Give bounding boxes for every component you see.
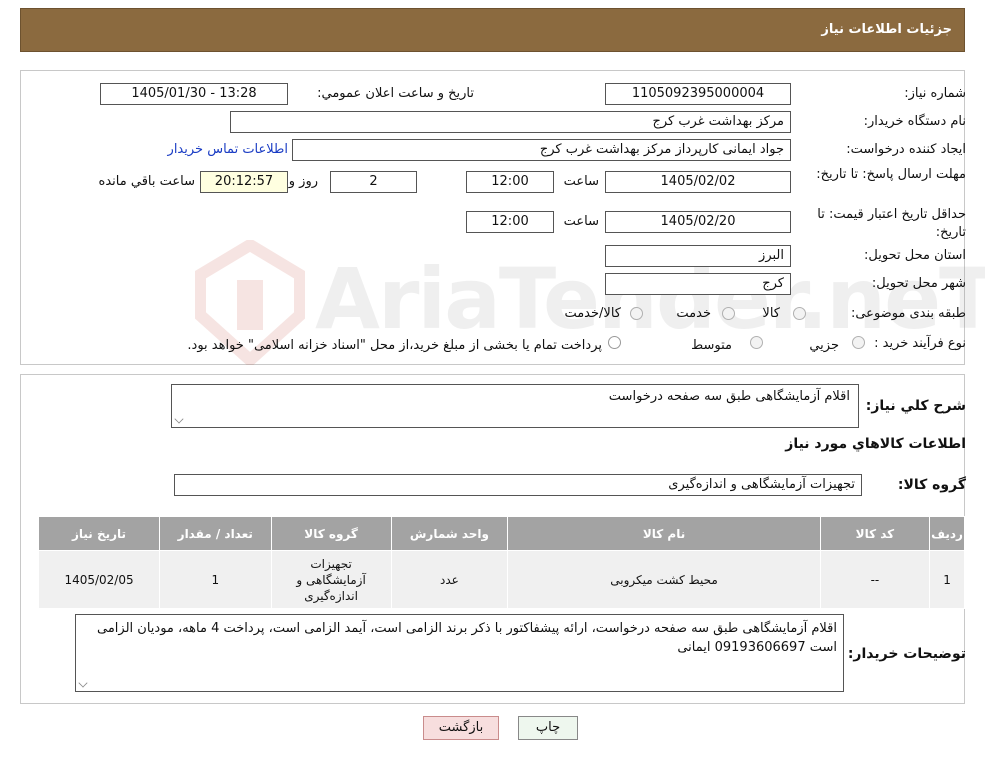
city-field[interactable]: کرج bbox=[605, 273, 791, 295]
goods-table: رديف کد کالا نام کالا واحد شمارش گروه کا… bbox=[37, 516, 965, 609]
page-header: جزئیات اطلاعات نیاز bbox=[20, 8, 965, 52]
remaining-time-field: 20:12:57 bbox=[200, 171, 288, 193]
col-code: کد کالا bbox=[819, 516, 931, 551]
announce-label: تاریخ و ساعت اعلان عمومي: bbox=[317, 86, 474, 101]
category-option-goods-service: کالا/خدمت bbox=[564, 306, 621, 321]
deadline-label: مهلت ارسال پاسخ: تا تاریخ: bbox=[816, 167, 966, 182]
purchase-radio-medium[interactable] bbox=[750, 336, 763, 349]
cell-qty: 1 bbox=[159, 550, 272, 609]
col-unit: واحد شمارش bbox=[390, 516, 509, 551]
buyer-org-field[interactable]: مرکز بهداشت غرب کرج bbox=[230, 111, 791, 133]
validity-date-field[interactable]: 1405/02/20 bbox=[605, 211, 791, 233]
cell-date: 1405/02/05 bbox=[37, 550, 161, 609]
resize-handle-icon[interactable] bbox=[174, 414, 184, 424]
need-number-field[interactable]: 1105092395000004 bbox=[605, 83, 791, 105]
category-label: طبقه بندی موضوعی: bbox=[850, 306, 966, 321]
remaining-label: ساعت باقي مانده bbox=[98, 174, 195, 189]
back-button[interactable]: بازگشت bbox=[423, 716, 499, 740]
col-name: نام کالا bbox=[507, 516, 821, 551]
category-option-goods: کالا bbox=[762, 306, 780, 321]
category-radio-service[interactable] bbox=[722, 307, 735, 320]
goods-info-title: اطلاعات کالاهاي مورد نياز bbox=[785, 436, 966, 452]
purchase-type-label: نوع فرآیند خرید : bbox=[874, 336, 966, 351]
deadline-time-label: ساعت bbox=[563, 174, 599, 189]
creator-label: ایجاد کننده درخواست: bbox=[846, 142, 966, 157]
validity-time-label: ساعت bbox=[563, 214, 599, 229]
treasury-checkbox[interactable] bbox=[608, 336, 621, 349]
resize-handle-icon[interactable] bbox=[78, 678, 88, 688]
days-field[interactable]: 2 bbox=[330, 171, 417, 193]
purchase-option-minor: جزيي bbox=[809, 338, 839, 353]
buyer-notes-text: اقلام آزمایشگاهی طبق سه صفحه درخواست، ار… bbox=[97, 621, 837, 655]
table-header-row: رديف کد کالا نام کالا واحد شمارش گروه کا… bbox=[37, 516, 965, 551]
category-radio-goods-service[interactable] bbox=[630, 307, 643, 320]
print-button[interactable]: چاپ bbox=[518, 716, 578, 740]
city-label: شهر محل تحویل: bbox=[871, 276, 966, 291]
col-qty: تعداد / مقدار bbox=[159, 516, 272, 551]
summary-label: شرح کلي نياز: bbox=[865, 398, 966, 414]
announce-field[interactable]: 1405/01/30 - 13:28 bbox=[100, 83, 288, 105]
buyer-notes-label: توضیحات خریدار: bbox=[847, 646, 966, 662]
category-option-service: خدمت bbox=[676, 306, 711, 321]
cell-code: -- bbox=[819, 550, 931, 609]
summary-textarea[interactable]: اقلام آزمایشگاهی طبق سه صفحه درخواست bbox=[171, 384, 859, 428]
buyer-org-label: نام دستگاه خریدار: bbox=[863, 114, 966, 129]
deadline-time-field[interactable]: 12:00 bbox=[466, 171, 554, 193]
category-radio-goods[interactable] bbox=[793, 307, 806, 320]
province-label: استان محل تحویل: bbox=[864, 248, 966, 263]
purchase-radio-minor[interactable] bbox=[852, 336, 865, 349]
treasury-note: پرداخت تمام یا بخشی از مبلغ خرید،از محل … bbox=[187, 338, 602, 353]
summary-text: اقلام آزمایشگاهی طبق سه صفحه درخواست bbox=[608, 389, 850, 404]
cell-unit: عدد bbox=[390, 550, 509, 609]
page-title: جزئیات اطلاعات نیاز bbox=[821, 22, 952, 37]
table-row[interactable]: 1 -- محیط کشت میکروبی عدد تجهیزات آزمایش… bbox=[37, 550, 965, 609]
col-row: رديف bbox=[929, 516, 965, 551]
buyer-contact-link[interactable]: اطلاعات تماس خریدار bbox=[168, 142, 288, 157]
days-label: روز و bbox=[288, 174, 318, 189]
col-date: تاریخ نیاز bbox=[37, 516, 161, 551]
need-number-label: شماره نیاز: bbox=[904, 86, 966, 101]
col-group: گروه کالا bbox=[270, 516, 392, 551]
deadline-date-field[interactable]: 1405/02/02 bbox=[605, 171, 791, 193]
validity-label: حداقل تاریخ اعتبار قیمت: تا تاریخ: bbox=[817, 207, 966, 240]
purchase-option-medium: متوسط bbox=[691, 338, 732, 353]
province-field[interactable]: البرز bbox=[605, 245, 791, 267]
creator-field[interactable]: جواد ایمانی کارپرداز مرکز بهداشت غرب کرج bbox=[292, 139, 791, 161]
cell-name: محیط کشت میکروبی bbox=[507, 550, 821, 609]
cell-group: تجهیزات آزمایشگاهی و اندازه‌گیری bbox=[270, 550, 392, 609]
validity-time-field[interactable]: 12:00 bbox=[466, 211, 554, 233]
goods-group-label: گروه کالا: bbox=[897, 477, 966, 493]
goods-group-field[interactable]: تجهیزات آزمایشگاهی و اندازه‌گیری bbox=[174, 474, 862, 496]
cell-row: 1 bbox=[929, 550, 965, 609]
buyer-notes-textarea[interactable]: اقلام آزمایشگاهی طبق سه صفحه درخواست، ار… bbox=[75, 614, 844, 692]
